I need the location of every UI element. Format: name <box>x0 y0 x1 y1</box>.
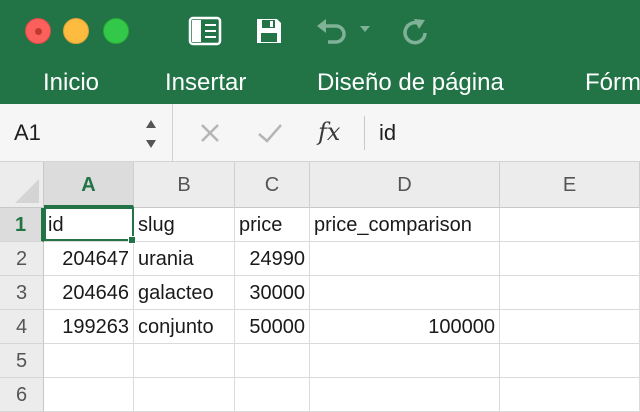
cell-d1[interactable]: price_comparison <box>310 208 500 242</box>
zoom-button[interactable] <box>103 18 129 44</box>
column-header-b[interactable]: B <box>134 162 235 208</box>
cancel-icon[interactable] <box>198 121 222 150</box>
formula-input[interactable]: id <box>379 120 396 146</box>
formula-bar-divider-2 <box>364 116 365 150</box>
enter-check-icon[interactable] <box>256 121 284 150</box>
cell-b4[interactable]: conjunto <box>134 310 235 344</box>
row-header-5[interactable]: 5 <box>0 344 44 378</box>
save-icon[interactable] <box>254 16 284 46</box>
cell-c2[interactable]: 24990 <box>235 242 310 276</box>
tab-insertar[interactable]: Insertar <box>165 68 246 98</box>
undo-icon[interactable] <box>314 16 350 46</box>
cell-b3[interactable]: galacteo <box>134 276 235 310</box>
select-all-corner[interactable] <box>0 162 44 208</box>
row-header-4[interactable]: 4 <box>0 310 44 344</box>
cell-b5[interactable] <box>134 344 235 378</box>
name-box[interactable]: A1 <box>14 120 41 146</box>
cell-e5[interactable] <box>500 344 640 378</box>
cell-b2[interactable]: urania <box>134 242 235 276</box>
undo-dropdown-icon[interactable] <box>359 24 371 54</box>
cell-b1[interactable]: slug <box>134 208 235 242</box>
row-header-1[interactable]: 1 <box>0 208 44 242</box>
cell-d5[interactable] <box>310 344 500 378</box>
row-header-3[interactable]: 3 <box>0 276 44 310</box>
cell-e4[interactable] <box>500 310 640 344</box>
cell-d2[interactable] <box>310 242 500 276</box>
formula-bar: A1 fx id <box>0 104 640 162</box>
spreadsheet-grid[interactable]: ABCDE 123456 id slug price price_comparison… <box>0 162 640 412</box>
insert-function-button[interactable]: fx <box>318 118 340 146</box>
column-header-c[interactable]: C <box>235 162 310 208</box>
column-header-e[interactable]: E <box>500 162 640 208</box>
tab-diseno-de-pagina[interactable]: Diseño de página <box>317 68 504 98</box>
close-button[interactable] <box>25 18 51 44</box>
cell-c5[interactable] <box>235 344 310 378</box>
column-header-d[interactable]: D <box>310 162 500 208</box>
cell-a2[interactable]: 204647 <box>44 242 134 276</box>
cell-e1[interactable] <box>500 208 640 242</box>
formula-bar-divider <box>172 104 173 162</box>
column-header-a[interactable]: A <box>44 162 134 208</box>
cell-c1[interactable]: price <box>235 208 310 242</box>
cell-a5[interactable] <box>44 344 134 378</box>
ribbon-tabs: Inicio Insertar Diseño de página Fórm <box>0 62 640 104</box>
tab-formulas[interactable]: Fórm <box>585 68 640 98</box>
redo-icon[interactable] <box>400 16 430 46</box>
cell-c4[interactable]: 50000 <box>235 310 310 344</box>
cell-e3[interactable] <box>500 276 640 310</box>
tab-inicio[interactable]: Inicio <box>43 68 99 98</box>
minimize-button[interactable] <box>63 18 89 44</box>
sidebar-toggle-icon[interactable] <box>188 16 222 46</box>
fill-handle[interactable] <box>128 236 136 244</box>
cell-d4[interactable]: 100000 <box>310 310 500 344</box>
cell-d3[interactable] <box>310 276 500 310</box>
cell-c3[interactable]: 30000 <box>235 276 310 310</box>
cell-e2[interactable] <box>500 242 640 276</box>
name-box-stepper-icon[interactable] <box>144 116 158 152</box>
cell-a4[interactable]: 199263 <box>44 310 134 344</box>
cell-a1[interactable]: id <box>44 208 134 242</box>
cell-a3[interactable]: 204646 <box>44 276 134 310</box>
row-header-2[interactable]: 2 <box>0 242 44 276</box>
title-toolbar <box>0 0 640 62</box>
